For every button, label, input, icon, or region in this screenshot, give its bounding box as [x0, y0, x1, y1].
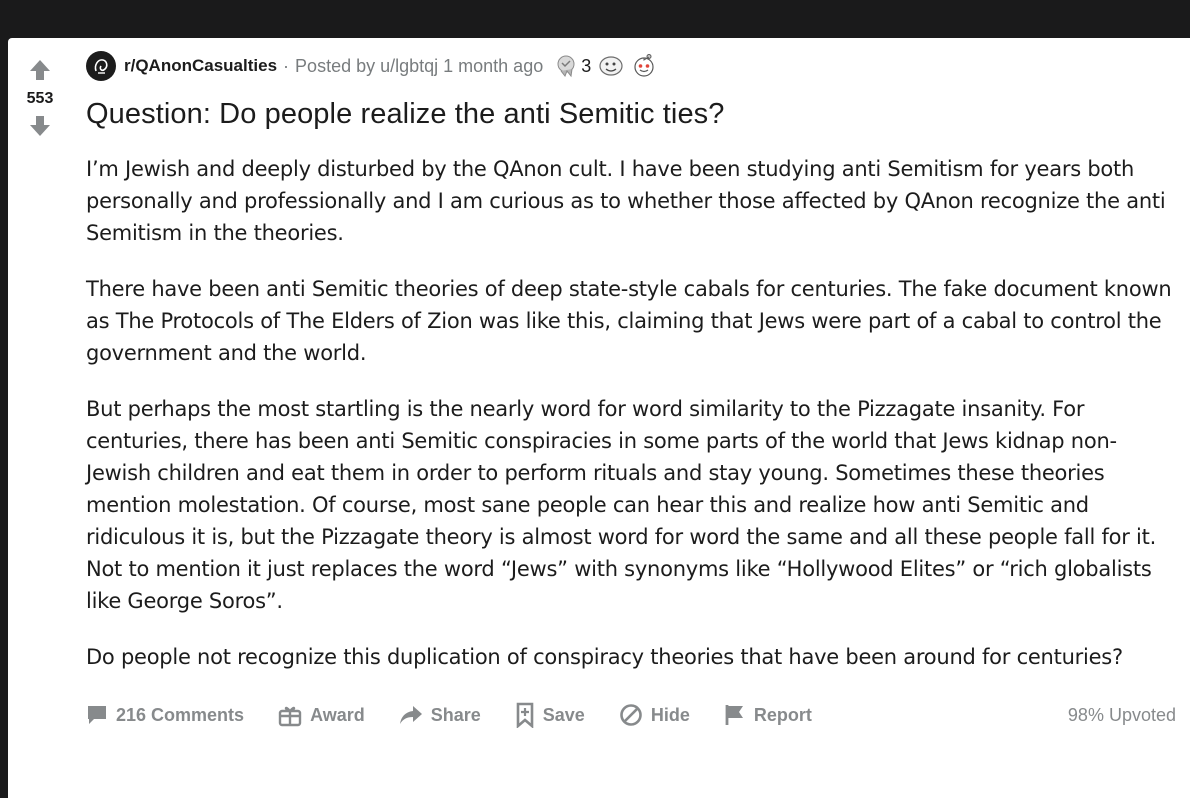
downvote-button[interactable] [26, 112, 54, 140]
gift-icon [278, 706, 302, 727]
save-button[interactable]: Save [515, 702, 585, 728]
post-paragraph: I’m Jewish and deeply disturbed by the Q… [86, 157, 1166, 245]
upvote-ratio: 98% Upvoted [1067, 704, 1176, 725]
hide-button[interactable]: Hide [619, 703, 690, 727]
subreddit-link[interactable]: r/QAnonCasualties [124, 56, 277, 76]
comment-icon [88, 706, 106, 724]
awards[interactable]: 3 [555, 53, 659, 79]
award-button[interactable]: Award [278, 703, 365, 727]
bookmark-icon [516, 702, 534, 728]
vote-count: 553 [26, 90, 54, 107]
post-paragraph: But perhaps the most startling is the ne… [86, 397, 1157, 613]
wholesome-award-icon [599, 56, 623, 76]
silver-award-icon [557, 55, 575, 78]
post-actions-bar: 216 Comments Award Share Save Hide Repor… [86, 702, 1176, 728]
post-paragraph: Do people not recognize this duplication… [86, 645, 1123, 669]
post-title[interactable]: Question: Do people realize the anti Sem… [86, 98, 1176, 131]
share-button[interactable]: Share [399, 704, 481, 726]
share-arrow-icon [399, 706, 422, 724]
upvote-arrow-icon [30, 60, 50, 80]
award-count: 3 [581, 55, 592, 76]
hide-icon [620, 704, 642, 726]
downvote-arrow-icon [30, 116, 50, 136]
hide-label: Hide [650, 704, 690, 725]
report-button[interactable]: Report [724, 703, 812, 727]
award-label: Award [310, 704, 365, 725]
flag-icon [725, 705, 743, 725]
comments-label: 216 Comments [116, 704, 245, 725]
subreddit-avatar-icon[interactable] [86, 51, 116, 81]
post-meta: r/QAnonCasualties · Posted by u/lgbtqj 1… [86, 51, 1176, 81]
save-label: Save [542, 704, 585, 725]
meta-separator: · [283, 55, 290, 76]
post-content: r/QAnonCasualties · Posted by u/lgbtqj 1… [86, 51, 1176, 697]
comments-button[interactable]: 216 Comments [86, 704, 244, 726]
report-label: Report [753, 704, 812, 725]
posted-by[interactable]: Posted by u/lgbtqj 1 month ago [295, 56, 543, 77]
upvote-button[interactable] [26, 56, 54, 84]
post-paragraph: There have been anti Semitic theories of… [86, 277, 1172, 365]
post-body: I’m Jewish and deeply disturbed by the Q… [86, 153, 1176, 673]
snoo-award-icon [634, 54, 654, 77]
share-label: Share [430, 704, 481, 725]
post-card: 553 r/QAnonCasualties · Posted by u/lgbt… [8, 38, 1190, 798]
vote-column: 553 [16, 56, 64, 140]
